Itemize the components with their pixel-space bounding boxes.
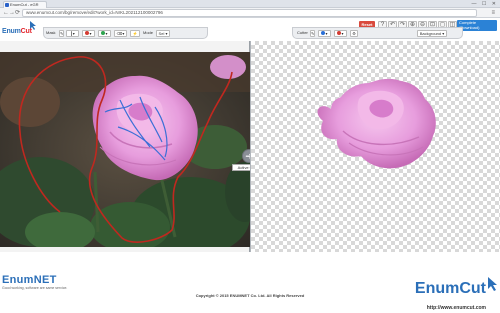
- tab-title: EnumCut - eGR: [10, 2, 39, 7]
- cursor-logo-icon: [30, 21, 36, 30]
- logo-text-enum: Enum: [2, 28, 21, 35]
- remove-mask-select[interactable]: ▾: [82, 30, 95, 37]
- mask-toolbar: Mask ✎ ┃▾ ▾ ▾ ⌫▾ ⚡ Mode Sel ▾: [43, 27, 208, 39]
- mode-label: Mode: [143, 30, 154, 35]
- complete-download-button[interactable]: Complete (Download): [457, 20, 497, 31]
- source-canvas[interactable]: ➜ Active Click: [0, 41, 264, 252]
- enumcut-logo[interactable]: EnumCut: [2, 20, 36, 40]
- enumcut-footer-name: EnumCut: [414, 280, 486, 297]
- pen-icon[interactable]: ✎: [59, 30, 64, 37]
- window-controls[interactable]: — ☐ ✕: [472, 1, 498, 7]
- eraser-select[interactable]: ⌫▾: [114, 30, 127, 37]
- cutter-toolbar: Cutter ✎ ▾ ▾ ⚙ Background ▾: [292, 27, 463, 39]
- cursor-footer-icon: [488, 277, 497, 291]
- cutter-blue-select[interactable]: ▾: [318, 30, 331, 37]
- brush-size-select[interactable]: ┃▾: [66, 30, 79, 37]
- result-canvas[interactable]: [250, 41, 500, 252]
- mode-select[interactable]: Sel ▾: [156, 30, 170, 37]
- browser-menu-icon[interactable]: ≡: [491, 9, 495, 17]
- browser-tab[interactable]: EnumCut - eGR: [3, 1, 47, 8]
- background-select[interactable]: Background ▾: [417, 30, 447, 37]
- enumnet-tagline: Good working, software are same service.: [2, 286, 68, 290]
- cutter-label: Cutter: [297, 30, 308, 35]
- enumnet-logo[interactable]: EnumNET Good working, software are same …: [2, 274, 67, 290]
- url-field[interactable]: www.enumcut.com/bg/remove/edit?work_id=N…: [22, 9, 477, 17]
- cutout-rose: [317, 78, 436, 169]
- mask-label: Mask: [46, 30, 56, 35]
- enumcut-url[interactable]: http://www.enumcut.com: [427, 305, 486, 311]
- enumcut-footer-logo[interactable]: EnumCut: [414, 277, 497, 298]
- cutter-pen-icon[interactable]: ✎: [310, 30, 315, 37]
- source-photo: [0, 52, 250, 247]
- auto-mask-icon[interactable]: ⚡: [130, 30, 140, 37]
- favicon-icon: [5, 3, 9, 7]
- cutter-red-select[interactable]: ▾: [334, 30, 347, 37]
- address-bar-row: ← → ⟳ www.enumcut.com/bg/remove/edit?wor…: [0, 8, 500, 18]
- enumnet-name: EnumNET: [2, 274, 57, 286]
- browser-titlebar: EnumCut - eGR — ☐ ✕: [0, 0, 500, 8]
- page-footer: EnumNET Good working, software are same …: [0, 252, 500, 313]
- cutter-settings-icon[interactable]: ⚙: [350, 30, 358, 37]
- keep-mask-select[interactable]: ▾: [98, 30, 111, 37]
- download-label: (Download): [459, 24, 480, 30]
- reload-icon[interactable]: ⟳: [15, 9, 20, 17]
